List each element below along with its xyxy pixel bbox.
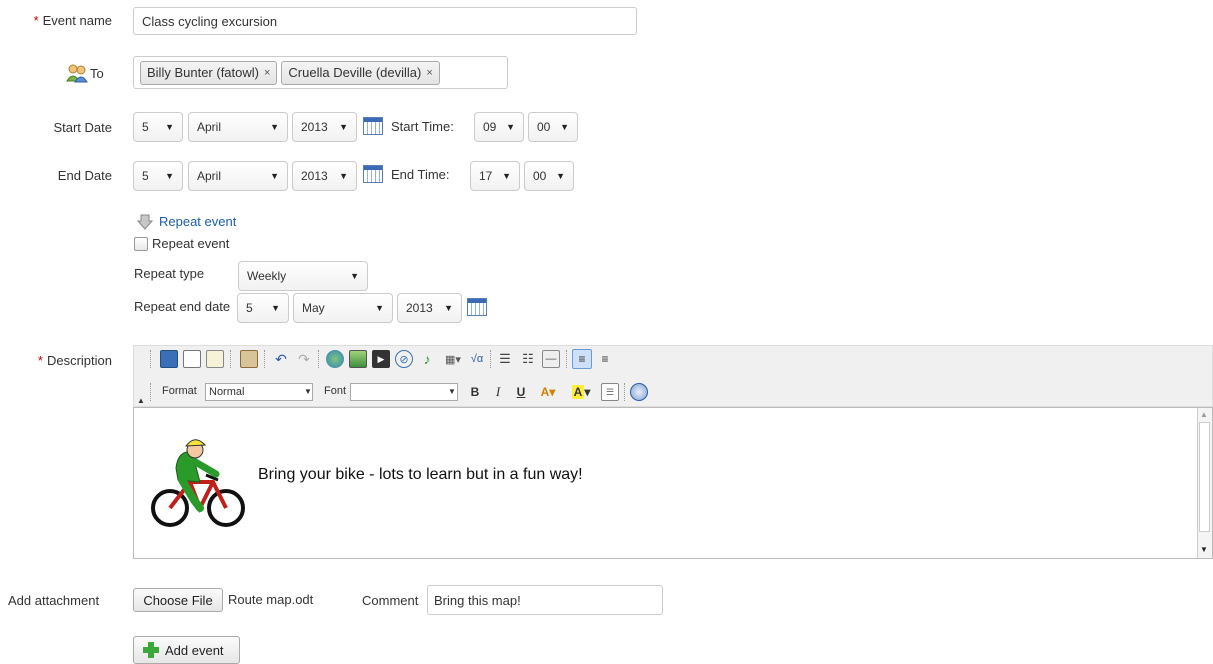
- repeat-checkbox[interactable]: [134, 237, 148, 251]
- repeat-end-month-select[interactable]: May ▼: [293, 293, 393, 323]
- toolbar-separator: [230, 350, 233, 368]
- toolbar-separator: [264, 350, 267, 368]
- toolbar-separator: [150, 383, 153, 401]
- undo-icon[interactable]: ↶: [272, 350, 290, 368]
- text-color-icon[interactable]: A▾: [535, 383, 561, 401]
- cyclist-image: [148, 430, 253, 530]
- font-dropdown-icon[interactable]: ▼: [446, 383, 458, 401]
- underline-icon[interactable]: U: [512, 383, 530, 401]
- bold-icon[interactable]: B: [466, 383, 484, 401]
- add-attachment-label: Add attachment: [8, 593, 100, 608]
- repeat-end-label: Repeat end date: [134, 299, 231, 314]
- format-select[interactable]: Normal: [205, 383, 313, 401]
- toolbar-separator: [150, 350, 153, 368]
- recipient-tag[interactable]: Cruella Deville (devilla) ×: [281, 60, 440, 85]
- repeat-type-select[interactable]: Weekly ▼: [238, 261, 368, 291]
- event-name-label: * Event name: [33, 13, 112, 28]
- comment-label: Comment: [362, 593, 419, 608]
- remove-icon[interactable]: ×: [264, 67, 270, 79]
- format-label: Format: [162, 385, 197, 397]
- source-icon[interactable]: ☰: [601, 383, 619, 401]
- repeat-type-label: Repeat type: [134, 266, 205, 281]
- end-year-select[interactable]: 2013 ▼: [292, 161, 357, 191]
- file-name: Route map.odt: [228, 592, 314, 607]
- image-icon[interactable]: [349, 350, 367, 368]
- font-label: Font: [324, 385, 347, 397]
- plus-icon: [143, 642, 159, 658]
- calendar-icon[interactable]: [363, 117, 383, 135]
- description-text: Bring your bike - lots to learn but in a…: [258, 466, 583, 483]
- numbered-list-icon[interactable]: ☷: [519, 350, 537, 368]
- end-hour-select[interactable]: 17 ▼: [470, 161, 520, 191]
- font-select[interactable]: [350, 383, 458, 401]
- recipient-tag[interactable]: Billy Bunter (fatowl) ×: [140, 60, 278, 85]
- maximize-icon[interactable]: [630, 383, 648, 401]
- end-date-label: End Date: [57, 168, 112, 183]
- scroll-down-icon[interactable]: ▼: [1200, 545, 1208, 554]
- save-icon[interactable]: [160, 350, 178, 368]
- repeat-end-year-select[interactable]: 2013 ▼: [397, 293, 462, 323]
- repeat-event-link[interactable]: Repeat event: [159, 214, 236, 229]
- flash-icon[interactable]: ⊘: [395, 350, 413, 368]
- comment-input[interactable]: Bring this map!: [427, 585, 663, 615]
- remove-icon[interactable]: ×: [426, 67, 432, 79]
- contacts-icon: [66, 63, 88, 83]
- audio-icon[interactable]: ♪: [418, 350, 436, 368]
- background-color-icon[interactable]: A ▾: [568, 383, 594, 401]
- repeat-checkbox-label: Repeat event: [152, 236, 230, 251]
- collapse-toolbar-icon[interactable]: ▲: [137, 396, 145, 405]
- start-year-select[interactable]: 2013 ▼: [292, 112, 357, 142]
- recipients-field[interactable]: Billy Bunter (fatowl) × Cruella Deville (…: [133, 56, 508, 89]
- scroll-up-icon[interactable]: ▲: [1200, 410, 1208, 419]
- start-month-select[interactable]: April ▼: [188, 112, 288, 142]
- editor-scrollbar[interactable]: ▲ ▼: [1197, 408, 1212, 558]
- align-left-icon[interactable]: ≡: [572, 349, 592, 369]
- add-event-button[interactable]: Add event: [133, 636, 240, 664]
- calendar-icon[interactable]: [363, 165, 383, 183]
- video-icon[interactable]: ▶: [372, 350, 390, 368]
- italic-icon[interactable]: I: [489, 383, 507, 401]
- start-date-label: Start Date: [53, 120, 112, 135]
- horizontal-rule-icon[interactable]: —: [542, 350, 560, 368]
- start-time-label: Start Time:: [391, 119, 454, 134]
- align-center-icon[interactable]: ≡: [596, 350, 614, 368]
- event-name-input[interactable]: Class cycling excursion: [133, 7, 637, 35]
- add-event-label: Add event: [165, 642, 224, 658]
- templates-icon[interactable]: [206, 350, 224, 368]
- bullet-list-icon[interactable]: ☰: [496, 350, 514, 368]
- format-dropdown-icon[interactable]: ▼: [302, 383, 314, 401]
- repeat-end-day-select[interactable]: 5 ▼: [237, 293, 289, 323]
- start-day-select[interactable]: 5 ▼: [133, 112, 183, 142]
- toolbar-separator: [490, 350, 493, 368]
- end-time-label: End Time:: [391, 167, 450, 182]
- toolbar-separator: [318, 350, 321, 368]
- start-minute-select[interactable]: 00 ▼: [528, 112, 578, 142]
- choose-file-button[interactable]: Choose File: [133, 588, 223, 612]
- end-day-select[interactable]: 5 ▼: [133, 161, 183, 191]
- end-month-select[interactable]: April ▼: [188, 161, 288, 191]
- description-label: * Description: [37, 353, 112, 368]
- redo-icon[interactable]: ↷: [295, 350, 313, 368]
- link-icon[interactable]: [326, 350, 344, 368]
- toolbar-separator: [566, 350, 569, 368]
- paste-word-icon[interactable]: [240, 350, 258, 368]
- end-minute-select[interactable]: 00 ▼: [524, 161, 574, 191]
- start-hour-select[interactable]: 09 ▼: [474, 112, 524, 142]
- math-icon[interactable]: √α: [468, 350, 486, 368]
- toolbar-separator: [624, 383, 627, 401]
- table-icon[interactable]: ▦▾: [441, 350, 465, 368]
- to-label: To: [90, 66, 104, 81]
- arrow-down-icon[interactable]: [136, 214, 154, 230]
- scrollbar-thumb[interactable]: [1199, 422, 1210, 532]
- new-page-icon[interactable]: [183, 350, 201, 368]
- calendar-icon[interactable]: [467, 298, 487, 316]
